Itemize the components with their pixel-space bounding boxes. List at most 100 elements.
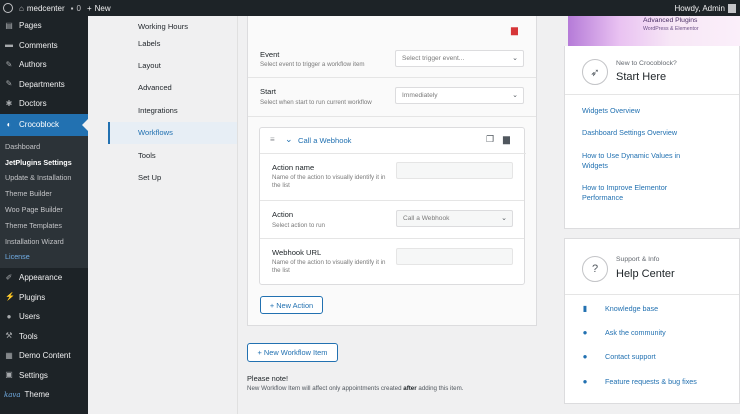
tools-icon: ⚒ [5, 331, 13, 341]
tab-workflows[interactable]: Workflows [108, 121, 238, 144]
link-widgets-overview[interactable]: Widgets Overview [582, 106, 640, 116]
link-dynamic-values[interactable]: How to Use Dynamic Values in Widgets [582, 151, 697, 171]
menu-item-doctors[interactable]: ✱ Doctors [0, 94, 88, 114]
tab-layout[interactable]: Layout [108, 54, 238, 76]
plugins-icon: ⚡ [5, 292, 15, 302]
start-subtitle: New to Crocoblock? [616, 60, 677, 67]
active-indicator [82, 118, 88, 131]
divider [565, 94, 739, 95]
tab-tools[interactable]: Tools [108, 144, 238, 166]
promo-title: Advanced Plugins [643, 17, 698, 24]
submenu-theme-builder[interactable]: Theme Builder [0, 186, 88, 202]
avatar [728, 3, 736, 13]
site-name-link[interactable]: ⌂ medcenter [19, 4, 65, 13]
link-knowledge-base[interactable]: Knowledge base [605, 304, 658, 314]
submenu-jetplugins-settings[interactable]: JetPlugins Settings [0, 154, 88, 170]
home-icon: ⌂ [19, 3, 24, 13]
link-improve-performance[interactable]: How to Improve Elementor Performance [582, 183, 682, 203]
submenu-dashboard[interactable]: Dashboard [0, 139, 88, 155]
divider [260, 200, 524, 201]
tab-working-hours[interactable]: Working Hours [108, 16, 238, 32]
menu-item-users[interactable]: ● Users [0, 307, 88, 327]
action-name-description: Name of the action to visually identify … [272, 174, 386, 189]
admin-sidebar: ▤ Pages ▬ Comments ✎ Authors ✎ Departments ✱… [0, 16, 88, 414]
menu-item-departments[interactable]: ✎ Departments [0, 75, 88, 95]
book-icon: ▮ [582, 304, 588, 313]
demo-icon: ▦ [5, 350, 13, 360]
comments-link[interactable]: ▪ 0 [71, 4, 81, 13]
link-ask-community[interactable]: Ask the community [605, 328, 666, 338]
plus-icon: + [86, 3, 92, 13]
promo-banner[interactable]: Advanced Plugins WordPress & Elementor [568, 16, 740, 46]
comments-icon: ▬ [5, 40, 13, 50]
new-action-button[interactable]: + New Action [260, 296, 323, 314]
start-select[interactable]: Immediately ⌄ [395, 87, 524, 104]
trash-icon[interactable]: ▆ [503, 134, 510, 145]
webhook-url-input[interactable] [396, 248, 513, 265]
users-icon: ● [6, 311, 12, 321]
menu-item-theme[interactable]: kava Theme [0, 385, 88, 405]
tab-labels[interactable]: Labels [108, 32, 238, 54]
submenu-theme-templates[interactable]: Theme Templates [0, 217, 88, 233]
action-card-header: ≡ ⌄ Call a Webhook ❐ ▆ [260, 128, 526, 154]
tabs-divider [237, 16, 238, 414]
link-dashboard-settings-overview[interactable]: Dashboard Settings Overview [582, 128, 677, 138]
brush-icon: ✐ [5, 272, 13, 282]
action-name-input[interactable] [396, 162, 513, 179]
divider [248, 77, 536, 78]
submenu-license[interactable]: License [0, 249, 88, 265]
comment-bubble-icon: ▪ [70, 3, 74, 13]
submenu-woo-page-builder[interactable]: Woo Page Builder [0, 202, 88, 218]
submenu-update-installation[interactable]: Update & Installation [0, 170, 88, 186]
new-workflow-item-button[interactable]: + New Workflow Item [247, 343, 338, 362]
tab-integrations[interactable]: Integrations [108, 99, 238, 121]
rocket-icon: ➶ [582, 59, 608, 85]
promo-subtitle: WordPress & Elementor [643, 26, 699, 32]
chevron-down-icon: ⌄ [501, 215, 507, 222]
chevron-down-icon: ⌄ [512, 92, 518, 99]
pin-icon: ✎ [5, 59, 13, 69]
link-contact-support[interactable]: Contact support [605, 352, 656, 362]
menu-item-appearance[interactable]: ✐ Appearance [0, 268, 88, 288]
gear-icon: ✱ [5, 98, 13, 108]
webhook-url-description: Name of the action to visually identify … [272, 259, 386, 274]
wordpress-logo-icon[interactable] [3, 3, 13, 13]
action-label: Action [272, 210, 294, 219]
menu-item-plugins[interactable]: ⚡ Plugins [0, 287, 88, 307]
menu-item-pages[interactable]: ▤ Pages [0, 16, 88, 36]
delete-workflow-trash-icon[interactable]: ▆ [511, 25, 518, 36]
help-title: Help Center [616, 268, 675, 280]
menu-item-crocoblock[interactable]: ◐ Crocoblock [0, 113, 88, 136]
tab-set-up[interactable]: Set Up [108, 166, 238, 188]
account-menu[interactable]: Howdy, Admin [674, 0, 736, 16]
copy-icon[interactable]: ❐ [486, 134, 494, 145]
new-content-link[interactable]: + New [87, 4, 111, 13]
drag-handle-icon[interactable]: ≡ [270, 135, 275, 144]
event-description: Select event to trigger a workflow item [260, 61, 365, 68]
webhook-url-label: Webhook URL [272, 248, 322, 257]
menu-item-tools[interactable]: ⚒ Tools [0, 326, 88, 346]
menu-item-comments[interactable]: ▬ Comments [0, 36, 88, 56]
settings-icon: ▣ [5, 370, 13, 380]
menu-item-authors[interactable]: ✎ Authors [0, 55, 88, 75]
admin-bar: ⌂ medcenter ▪ 0 + New Howdy, Admin [0, 0, 740, 16]
chevron-down-icon[interactable]: ⌄ [285, 134, 293, 145]
menu-item-settings[interactable]: ▣ Settings [0, 365, 88, 385]
settings-tabs: Working Hours Labels Layout Advanced Int… [108, 16, 238, 189]
tab-advanced[interactable]: Advanced [108, 77, 238, 99]
start-label: Start [260, 87, 277, 96]
action-title[interactable]: Call a Webhook [298, 136, 351, 145]
trigger-event-select[interactable]: Select trigger event... ⌄ [395, 50, 524, 67]
chevron-down-icon: ⌄ [512, 55, 518, 62]
start-description: Select when start to run current workflo… [260, 99, 372, 106]
divider [565, 294, 739, 295]
help-center-card: ? Support & Info Help Center ▮ Knowledge… [564, 238, 740, 404]
crocoblock-submenu: Dashboard JetPlugins Settings Update & I… [0, 135, 88, 268]
pages-icon: ▤ [5, 20, 13, 30]
action-description: Select action to run [272, 222, 325, 229]
submenu-installation-wizard[interactable]: Installation Wizard [0, 233, 88, 249]
action-select[interactable]: Call a Webhook ⌄ [396, 210, 513, 227]
kava-logo: kava [4, 390, 21, 399]
menu-item-demo-content[interactable]: ▦ Demo Content [0, 346, 88, 366]
link-feature-requests[interactable]: Feature requests & bug fixes [605, 377, 697, 387]
